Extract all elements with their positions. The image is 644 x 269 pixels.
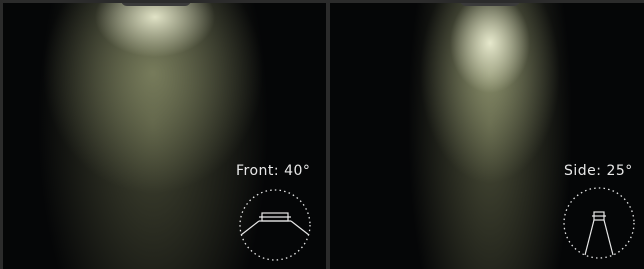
front-fixture-cap bbox=[121, 3, 191, 6]
side-view-panel: Side: 25° bbox=[330, 3, 644, 269]
front-beam-angle-icon bbox=[237, 187, 313, 263]
side-angle-label: Side: 25° bbox=[564, 163, 633, 179]
beam-comparison-view: Front: 40° Side: 25° bbox=[0, 0, 644, 269]
side-fixture-cap bbox=[460, 3, 520, 6]
front-view-panel: Front: 40° bbox=[3, 3, 326, 269]
front-angle-label: Front: 40° bbox=[236, 163, 311, 179]
side-beam-angle-icon bbox=[561, 185, 637, 261]
